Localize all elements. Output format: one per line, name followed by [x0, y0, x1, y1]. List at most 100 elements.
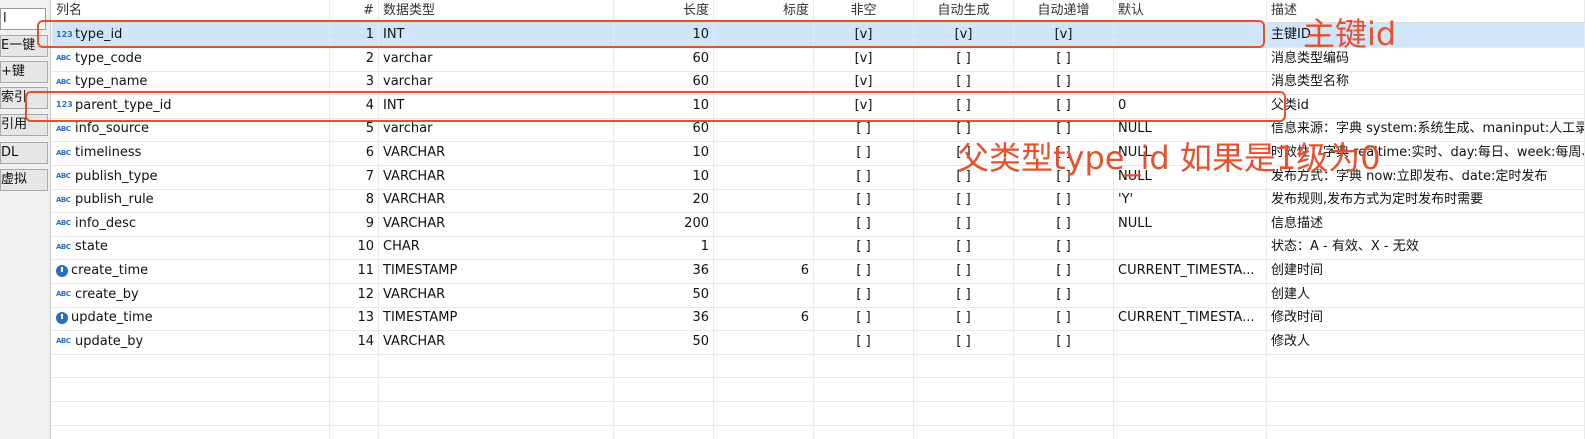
left-panel: l E一键 +键 索引 引用 DL 虚拟: [0, 0, 51, 439]
not-null-checkbox[interactable]: [ ]: [814, 329, 914, 354]
column-name-label: update_time: [71, 310, 153, 326]
header-default[interactable]: 默认: [1114, 0, 1267, 22]
description: 修改人: [1267, 329, 1585, 354]
not-null-checkbox[interactable]: [ ]: [814, 211, 914, 236]
auto-increment-checkbox[interactable]: [ ]: [1014, 211, 1114, 236]
scale: [714, 141, 814, 165]
column-name-label: info_source: [75, 121, 150, 137]
column-name-label: create_by: [75, 286, 139, 302]
not-null-checkbox[interactable]: [ ]: [814, 282, 914, 307]
data-type: CHAR: [379, 235, 614, 260]
not-null-checkbox[interactable]: [ ]: [814, 164, 914, 189]
table-row[interactable]: ABC info_desc 9 VARCHAR 200[ ][ ][ ] NULL 信息描述: [52, 211, 1585, 237]
auto-generated-checkbox[interactable]: [ ]: [914, 211, 1014, 236]
table-row[interactable]: create_time 11 TIMESTAMP 36 6[ ][ ][ ] CURREN…: [52, 259, 1585, 284]
table-row[interactable]: update_time 13 TIMESTAMP 36 6[ ][ ][ ] CURREN…: [52, 306, 1585, 332]
auto-generated-checkbox[interactable]: [ ]: [914, 235, 1014, 260]
description: 发布规则,发布方式为定时发布时需要: [1267, 188, 1585, 213]
column-number: 13: [330, 306, 379, 331]
column-number: 6: [330, 141, 379, 165]
header-not-null[interactable]: 非空: [814, 0, 914, 22]
column-name: ABC publish_rule: [52, 188, 330, 213]
table-row[interactable]: ABC create_by 12 VARCHAR 50[ ][ ][ ] 创建人: [52, 282, 1585, 308]
column-number: 9: [330, 211, 379, 236]
scale: [714, 188, 814, 213]
description: 信息来源：字典 system:系统生成、maninput:人工录入、th: [1267, 117, 1585, 142]
empty-row: [52, 377, 1585, 402]
column-name: ABC create_by: [52, 282, 330, 307]
length: 10: [614, 141, 714, 165]
length: 20: [614, 188, 714, 213]
column-name-label: timeliness: [75, 145, 142, 160]
column-name-label: info_desc: [75, 215, 137, 231]
auto-generated-checkbox[interactable]: [ ]: [914, 188, 1014, 213]
header-scale[interactable]: 标度: [714, 0, 814, 22]
column-name-label: create_time: [71, 263, 149, 278]
not-null-checkbox[interactable]: [ ]: [814, 141, 914, 165]
default-value: [1114, 329, 1267, 354]
column-number: 7: [330, 164, 379, 189]
text-type-icon: ABC: [56, 195, 71, 204]
header-number[interactable]: #: [330, 0, 379, 22]
empty-row: [52, 424, 1585, 439]
not-null-checkbox[interactable]: [ ]: [814, 235, 914, 260]
not-null-checkbox[interactable]: [ ]: [814, 188, 914, 213]
sidebar-item-ddl[interactable]: DL: [0, 142, 48, 164]
table-row[interactable]: ABC publish_rule 8 VARCHAR 20[ ][ ][ ] 'Y' 发布规…: [52, 188, 1585, 214]
auto-increment-checkbox[interactable]: [ ]: [1014, 329, 1114, 354]
column-name-label: state: [75, 239, 108, 255]
default-value: NULL: [1114, 211, 1267, 236]
column-name: update_time: [52, 306, 330, 331]
auto-generated-checkbox[interactable]: [ ]: [914, 329, 1014, 354]
sidebar-item-foreign-key[interactable]: +键: [0, 61, 48, 83]
auto-increment-checkbox[interactable]: [ ]: [1014, 306, 1114, 331]
description: 创建时间: [1267, 259, 1585, 283]
text-type-icon: ABC: [56, 337, 71, 346]
default-value: [1114, 46, 1267, 71]
auto-generated-checkbox[interactable]: [ ]: [914, 306, 1014, 331]
auto-generated-checkbox[interactable]: [ ]: [914, 259, 1014, 283]
table-row[interactable]: ABC update_by 14 VARCHAR 50[ ][ ][ ] 修改人: [52, 329, 1585, 355]
column-number: 10: [330, 235, 379, 260]
text-type-icon: ABC: [56, 77, 71, 86]
not-null-checkbox[interactable]: [ ]: [814, 306, 914, 331]
description: 消息类型名称: [1267, 70, 1585, 95]
header-data-type[interactable]: 数据类型: [379, 0, 614, 22]
annotation-parent-note: 父类型type_id 如果是1级为0: [957, 139, 1381, 177]
header-auto-increment[interactable]: 自动递增: [1014, 0, 1114, 22]
default-value: [1114, 235, 1267, 260]
text-type-icon: ABC: [56, 148, 71, 157]
annotation-primary-key: 主键id: [1303, 15, 1397, 53]
length: 50: [614, 282, 714, 307]
auto-increment-checkbox[interactable]: [ ]: [1014, 46, 1114, 71]
description: 父类id: [1267, 93, 1585, 118]
text-type-icon: ABC: [56, 242, 71, 251]
data-type: varchar: [379, 46, 614, 71]
text-type-icon: ABC: [56, 290, 71, 299]
length: 36: [614, 306, 714, 331]
auto-generated-checkbox[interactable]: [ ]: [914, 282, 1014, 307]
auto-increment-checkbox[interactable]: [ ]: [1014, 188, 1114, 213]
scale: [714, 235, 814, 260]
length: 50: [614, 329, 714, 354]
not-null-checkbox[interactable]: [ ]: [814, 259, 914, 283]
not-null-checkbox[interactable]: [v]: [814, 46, 914, 71]
data-type: VARCHAR: [379, 188, 614, 213]
sidebar-item-virtual[interactable]: 虚拟: [0, 169, 48, 191]
auto-increment-checkbox[interactable]: [ ]: [1014, 235, 1114, 260]
scale: [714, 164, 814, 189]
auto-increment-checkbox[interactable]: [ ]: [1014, 259, 1114, 283]
column-number: 11: [330, 259, 379, 283]
table-row[interactable]: ABC state 10 CHAR 1[ ][ ][ ] 状态：A - 有效、X - 无效: [52, 235, 1585, 261]
header-length[interactable]: 长度: [614, 0, 714, 22]
length: 10: [614, 164, 714, 189]
header-auto-generated[interactable]: 自动生成: [914, 0, 1014, 22]
column-name: create_time: [52, 259, 330, 283]
header-name[interactable]: 列名: [52, 0, 330, 22]
annotation-box-parent-type: [25, 91, 1286, 122]
auto-generated-checkbox[interactable]: [ ]: [914, 46, 1014, 71]
text-type-icon: ABC: [56, 172, 71, 181]
scale: [714, 211, 814, 236]
column-number: 12: [330, 282, 379, 307]
auto-increment-checkbox[interactable]: [ ]: [1014, 282, 1114, 307]
